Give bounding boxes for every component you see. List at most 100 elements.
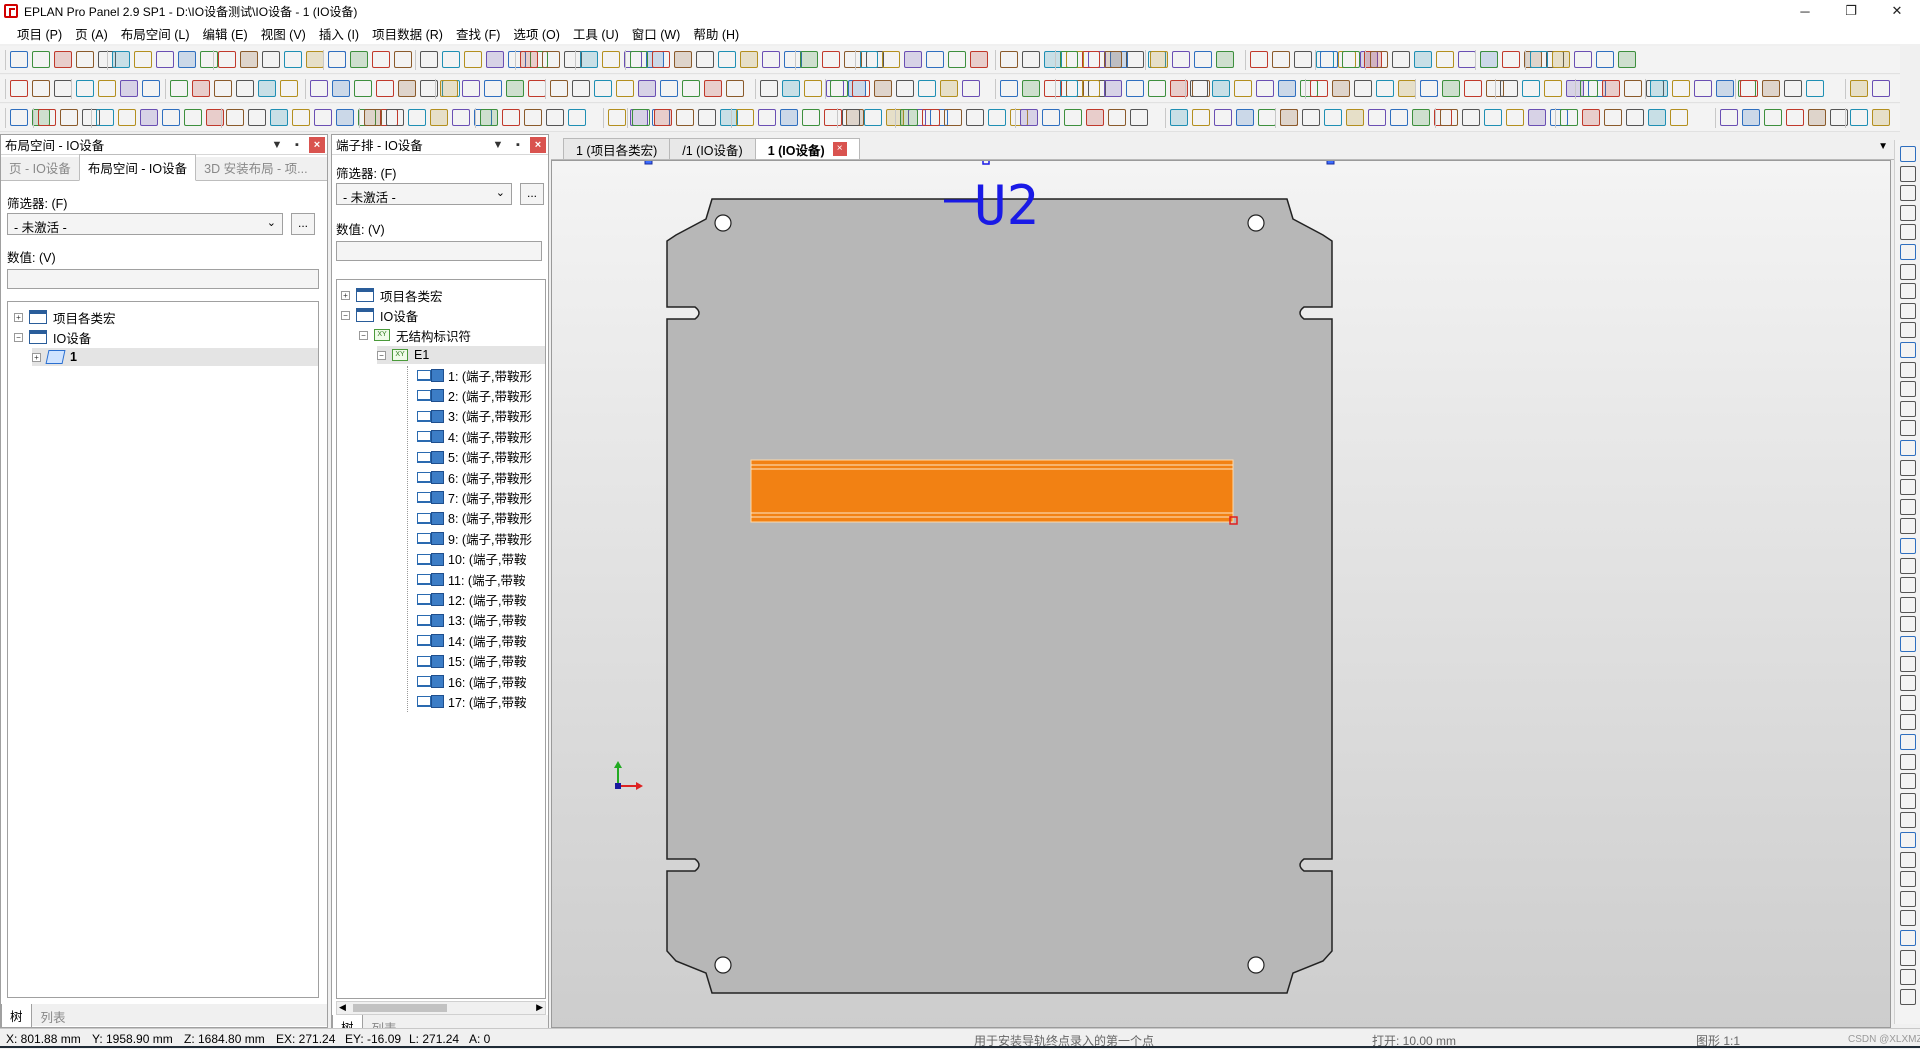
panel-close-icon[interactable]: × [309, 137, 325, 153]
terminal-item[interactable]: 11: (端子,带鞍 [417, 570, 526, 588]
toolbar-tool-icon[interactable] [1126, 80, 1144, 97]
tree-node-e1[interactable]: − XY E1 [377, 346, 545, 364]
drawing-tool-icon[interactable] [1900, 165, 1916, 182]
toolbar-tool-icon[interactable] [1104, 80, 1122, 97]
tab-3d-layout[interactable]: 3D 安装布局 - 项... [196, 155, 315, 180]
pin-icon[interactable]: ▪ [510, 137, 526, 153]
terminal-item[interactable]: 7: (端子,带鞍形 [417, 488, 532, 506]
toolbar-tool-icon[interactable] [1604, 109, 1622, 126]
toolbar-tool-icon[interactable] [420, 51, 438, 68]
toolbar-tool-icon[interactable] [1872, 109, 1890, 126]
toolbar-tool-icon[interactable] [682, 80, 700, 97]
toolbar-tool-icon[interactable] [864, 109, 882, 126]
menu-edit[interactable]: 编辑 (E) [200, 24, 258, 43]
toolbar-tool-icon[interactable] [1150, 51, 1168, 68]
toolbar-tool-icon[interactable] [328, 51, 346, 68]
terminal-item[interactable]: 4: (端子,带鞍形 [417, 427, 532, 445]
toolbar-tool-icon[interactable] [1742, 109, 1760, 126]
toolbar-tool-icon[interactable] [376, 80, 394, 97]
toolbar-tool-icon[interactable] [430, 109, 448, 126]
close-button[interactable]: ✕ [1874, 0, 1920, 22]
toolbar-tool-icon[interactable] [1236, 109, 1254, 126]
toolbar-tool-icon[interactable] [440, 80, 458, 97]
toolbar-tool-icon[interactable] [60, 109, 78, 126]
horizontal-scrollbar[interactable]: ◀ ▶ [336, 1001, 546, 1015]
tree-node-io-device[interactable]: − IO设备 [341, 306, 418, 324]
toolbar-tool-icon[interactable] [156, 51, 174, 68]
drawing-tool-icon[interactable] [1900, 185, 1916, 202]
toolbar-tool-icon[interactable] [948, 51, 966, 68]
menu-view[interactable]: 视图 (V) [258, 24, 316, 43]
din-rail[interactable] [750, 459, 1234, 523]
toolbar-tool-icon[interactable] [76, 51, 94, 68]
toolbar-tool-icon[interactable] [1310, 80, 1328, 97]
toolbar-tool-icon[interactable] [740, 51, 758, 68]
toolbar-tool-icon[interactable] [926, 51, 944, 68]
toolbar-tool-icon[interactable] [1324, 109, 1342, 126]
toolbar-tool-icon[interactable] [270, 109, 288, 126]
toolbar-tool-icon[interactable] [718, 51, 736, 68]
toolbar-tool-icon[interactable] [10, 109, 28, 126]
close-tab-icon[interactable]: × [832, 142, 847, 156]
toolbar-tool-icon[interactable] [502, 109, 520, 126]
toolbar-tool-icon[interactable] [874, 80, 892, 97]
toolbar-tool-icon[interactable] [852, 80, 870, 97]
toolbar-tool-icon[interactable] [1574, 51, 1592, 68]
menu-insert[interactable]: 插入 (I) [316, 24, 369, 43]
toolbar-tool-icon[interactable] [1560, 109, 1578, 126]
tab-tree[interactable]: 树 [1, 1004, 32, 1028]
toolbar-tool-icon[interactable] [1672, 80, 1690, 97]
toolbar-tool-icon[interactable] [372, 51, 390, 68]
layout-drawing[interactable]: U2 [552, 161, 1891, 1028]
toolbar-tool-icon[interactable] [970, 51, 988, 68]
toolbar-tool-icon[interactable] [830, 80, 848, 97]
value-input[interactable] [336, 241, 542, 261]
toolbar-tool-icon[interactable] [1280, 109, 1298, 126]
toolbar-tool-icon[interactable] [306, 51, 324, 68]
toolbar-tool-icon[interactable] [1376, 80, 1394, 97]
toolbar-tool-icon[interactable] [398, 80, 416, 97]
toolbar-tool-icon[interactable] [782, 80, 800, 97]
toolbar-tool-icon[interactable] [580, 51, 598, 68]
tab-list[interactable]: 列表 [32, 1004, 75, 1029]
toolbar-tool-icon[interactable] [1216, 51, 1234, 68]
toolbar-tool-icon[interactable] [10, 51, 28, 68]
drawing-tool-icon[interactable] [1900, 773, 1916, 790]
toolbar-tool-icon[interactable] [804, 80, 822, 97]
toolbar-tool-icon[interactable] [1060, 51, 1078, 68]
toolbar-tool-icon[interactable] [96, 109, 114, 126]
panel-close-icon[interactable]: × [530, 137, 546, 153]
expand-icon[interactable]: + [341, 290, 350, 300]
toolbar-tool-icon[interactable] [1530, 51, 1548, 68]
collapse-icon[interactable]: − [377, 350, 386, 360]
toolbar-tool-icon[interactable] [882, 51, 900, 68]
mounting-plate[interactable] [666, 198, 1333, 994]
toolbar-tool-icon[interactable] [1320, 51, 1338, 68]
toolbar-tool-icon[interactable] [386, 109, 404, 126]
toolbar-tool-icon[interactable] [284, 51, 302, 68]
toolbar-tool-icon[interactable] [632, 109, 650, 126]
toolbar-tool-icon[interactable] [904, 51, 922, 68]
drawing-tool-icon[interactable] [1900, 812, 1916, 829]
toolbar-tool-icon[interactable] [1626, 109, 1644, 126]
drawing-tool-icon[interactable] [1900, 890, 1916, 907]
drawing-tool-icon[interactable] [1900, 302, 1916, 319]
toolbar-tool-icon[interactable] [280, 80, 298, 97]
menu-project[interactable]: 项目 (P) [14, 24, 72, 43]
drawing-tool-icon[interactable] [1900, 871, 1916, 888]
toolbar-tool-icon[interactable] [1342, 51, 1360, 68]
collapse-icon[interactable]: − [359, 330, 368, 340]
toolbar-tool-icon[interactable] [1670, 109, 1688, 126]
toolbar-tool-icon[interactable] [1412, 109, 1430, 126]
toolbar-tool-icon[interactable] [162, 109, 180, 126]
toolbar-tool-icon[interactable] [1250, 51, 1268, 68]
toolbar-tool-icon[interactable] [120, 80, 138, 97]
tree-node-macros[interactable]: + 项目各类宏 [14, 308, 116, 326]
menu-options[interactable]: 选项 (O) [510, 24, 570, 43]
toolbar-tool-icon[interactable] [1808, 109, 1826, 126]
toolbar-tool-icon[interactable] [236, 80, 254, 97]
toolbar-tool-icon[interactable] [480, 109, 498, 126]
toolbar-tool-icon[interactable] [1346, 109, 1364, 126]
expand-icon[interactable]: + [14, 312, 23, 322]
toolbar-tool-icon[interactable] [1190, 80, 1208, 97]
